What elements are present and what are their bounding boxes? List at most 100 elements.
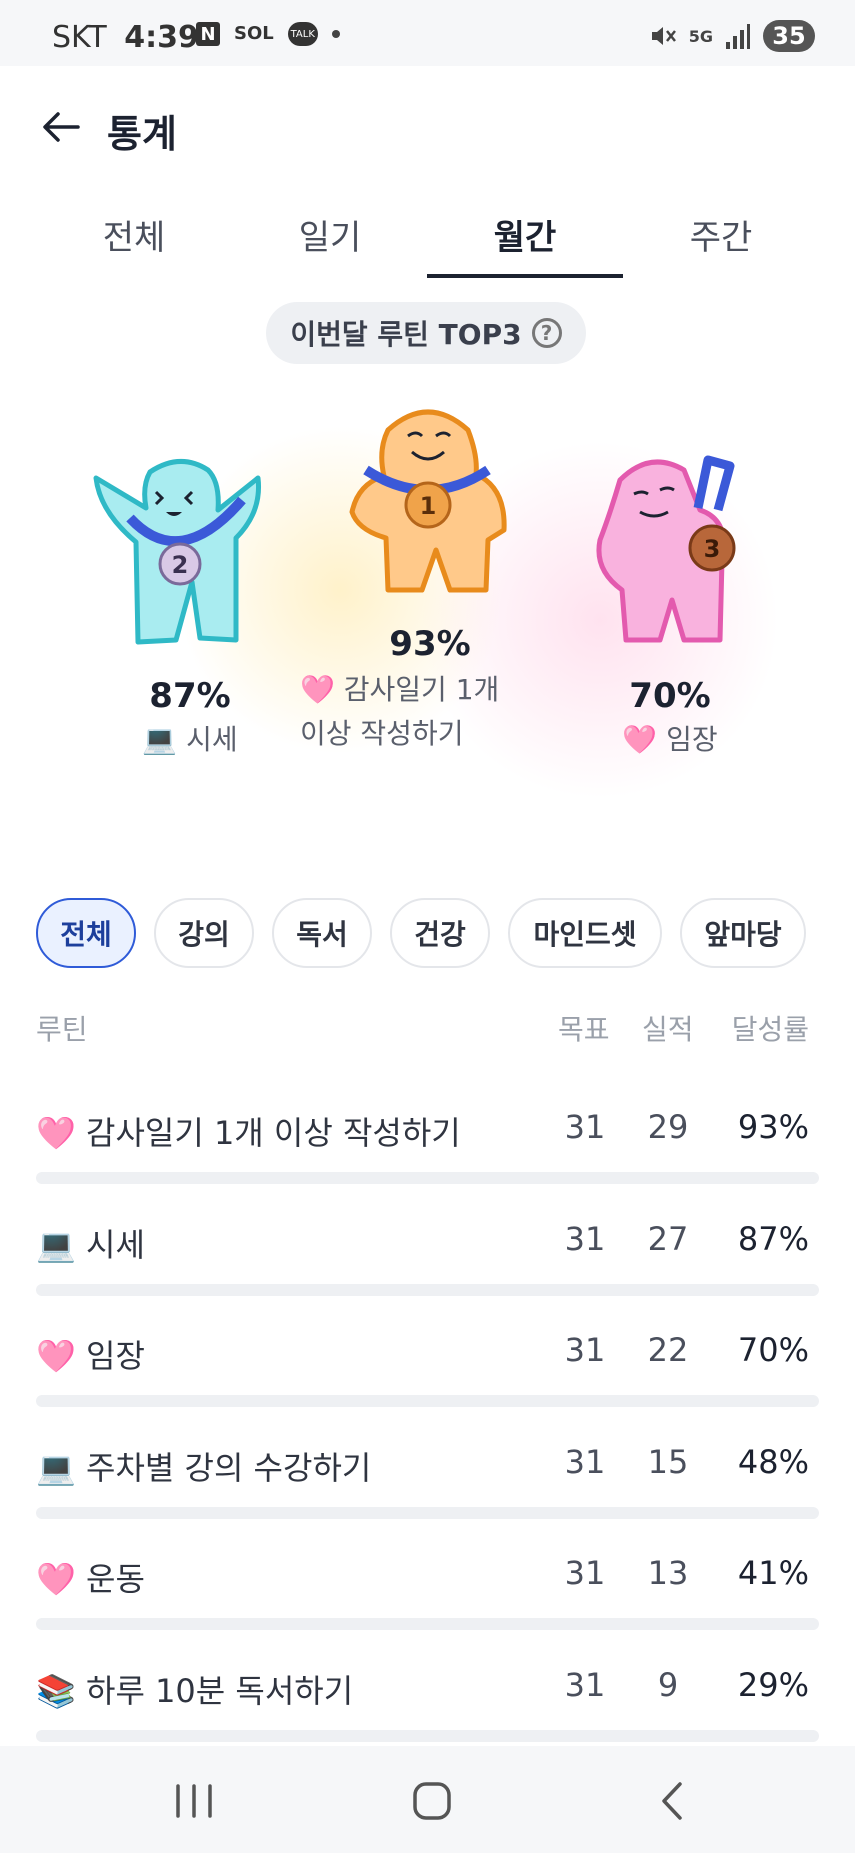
rank2-percent: 87% <box>149 676 231 716</box>
routine-done: 13 <box>647 1554 689 1592</box>
system-back-icon[interactable] <box>642 1776 702 1826</box>
sol-bank-icon: SOL <box>234 23 274 44</box>
network-label: 5G <box>688 26 713 46</box>
routine-label: 임장 <box>86 1337 145 1375</box>
routine-rate: 29% <box>737 1666 809 1704</box>
progress-track <box>36 1284 819 1296</box>
routine-label: 하루 10분 독서하기 <box>86 1672 354 1710</box>
routine-goal: 31 <box>564 1443 606 1481</box>
routine-label: 운동 <box>86 1560 145 1598</box>
routine-goal: 31 <box>564 1220 606 1258</box>
routine-rate: 93% <box>737 1108 809 1146</box>
status-right: 5G 35 <box>647 20 815 52</box>
rank3-name: 임장 <box>666 723 718 756</box>
routine-emoji: 🩷 <box>36 1560 76 1598</box>
table-row: 💻 주차별 강의 수강하기 31 15 48% <box>0 1429 855 1541</box>
signal-icon <box>726 24 750 49</box>
rank1-emoji: 🩷 <box>300 673 335 706</box>
routine-rate: 70% <box>737 1331 809 1369</box>
routine-done: 9 <box>657 1666 679 1704</box>
routine-rate: 87% <box>737 1220 809 1258</box>
rank2-character-icon: 2 <box>93 459 262 645</box>
rank1-percent: 93% <box>389 624 471 664</box>
category-filter-chips: 전체 강의 독서 건강 마인드셋 앞마당 <box>36 898 806 968</box>
help-icon[interactable]: ? <box>531 318 562 348</box>
routine-name: 🩷 운동 <box>36 1554 145 1600</box>
progress-track <box>36 1507 819 1519</box>
routine-done: 15 <box>647 1443 689 1481</box>
routine-done: 22 <box>647 1331 689 1369</box>
table-row: 💻 시세 31 27 87% <box>0 1206 855 1318</box>
svg-text:2: 2 <box>172 551 189 579</box>
app-header: 통계 <box>0 66 855 186</box>
top3-label-pill[interactable]: 이번달 루틴 TOP3 ? <box>266 302 586 364</box>
chip-mindset[interactable]: 마인드셋 <box>508 898 662 968</box>
top3-label: 이번달 루틴 TOP3 <box>290 318 522 351</box>
progress-track <box>36 1730 819 1742</box>
rank1-name: 감사일기 1개 <box>343 673 500 706</box>
table-row: 🩷 임장 31 22 70% <box>0 1317 855 1429</box>
kakaotalk-icon: TALK <box>287 22 318 46</box>
chip-lecture[interactable]: 강의 <box>154 898 254 968</box>
recent-apps-icon[interactable] <box>164 1776 224 1826</box>
period-tabs: 전체 일기 월간 주간 <box>0 186 855 278</box>
page-title: 통계 <box>107 112 177 156</box>
rank1-name-line2: 이상 작성하기 <box>300 717 464 750</box>
routine-emoji: 📚 <box>36 1672 76 1710</box>
routine-goal: 31 <box>564 1666 606 1704</box>
progress-track <box>36 1395 819 1407</box>
home-icon[interactable] <box>402 1776 462 1826</box>
routine-goal: 31 <box>564 1108 606 1146</box>
rank3-character-icon: 3 <box>596 455 736 643</box>
notification-icons: N SOL TALK <box>196 22 340 46</box>
tab-all[interactable]: 전체 <box>36 210 232 259</box>
chip-all[interactable]: 전체 <box>36 898 136 968</box>
header-rate: 달성률 <box>731 1013 809 1046</box>
tab-weekly[interactable]: 주간 <box>623 210 819 259</box>
svg-text:3: 3 <box>704 535 721 563</box>
routine-emoji: 🩷 <box>36 1114 76 1152</box>
table-row: 🩷 운동 31 13 41% <box>0 1540 855 1652</box>
routine-rate: 41% <box>737 1554 809 1592</box>
rank2-caption: 💻 시세 <box>110 718 270 762</box>
routine-name: 🩷 임장 <box>36 1331 145 1377</box>
active-tab-indicator <box>427 274 623 278</box>
routine-name: 💻 시세 <box>36 1220 145 1266</box>
status-left: SKT 4:39 <box>52 20 199 55</box>
battery-icon: 35 <box>763 20 815 52</box>
system-nav-bar <box>0 1746 855 1853</box>
svg-text:1: 1 <box>420 492 437 520</box>
rank3-percent: 70% <box>629 676 711 716</box>
dot-icon <box>331 30 340 38</box>
routine-table-header: 루틴 목표 실적 달성률 <box>0 1008 855 1048</box>
status-bar: SKT 4:39 N SOL TALK 5G 35 <box>0 0 855 66</box>
rank1-character-icon: 1 <box>349 409 507 593</box>
back-arrow-icon[interactable] <box>40 106 82 148</box>
table-row: 🩷 감사일기 1개 이상 작성하기 31 29 93% <box>0 1094 855 1206</box>
rank3-caption: 🩷 임장 <box>590 718 750 762</box>
routine-done: 27 <box>647 1220 689 1258</box>
naver-icon: N <box>196 22 220 46</box>
chip-health[interactable]: 건강 <box>390 898 490 968</box>
progress-track <box>36 1172 819 1184</box>
tab-diary[interactable]: 일기 <box>232 210 428 259</box>
tab-monthly[interactable]: 월간 <box>427 210 623 259</box>
routine-label: 시세 <box>86 1226 145 1264</box>
routine-done: 29 <box>647 1108 689 1146</box>
top3-podium: 2 87% 💻 시세 1 93% 🩷 감사일기 1개 이상 작성하기 3 70%… <box>60 380 800 820</box>
routine-label: 주차별 강의 수강하기 <box>86 1449 372 1487</box>
routine-emoji: 💻 <box>36 1226 76 1264</box>
routine-emoji: 🩷 <box>36 1337 76 1375</box>
carrier: SKT <box>52 20 107 55</box>
mute-icon <box>651 27 676 45</box>
chip-reading[interactable]: 독서 <box>272 898 372 968</box>
rank1-caption: 🩷 감사일기 1개 이상 작성하기 <box>300 668 540 756</box>
routine-rate: 48% <box>737 1443 809 1481</box>
routine-goal: 31 <box>564 1554 606 1592</box>
routine-label: 감사일기 1개 이상 작성하기 <box>86 1114 461 1152</box>
routine-name: 💻 주차별 강의 수강하기 <box>36 1443 371 1489</box>
routine-name: 📚 하루 10분 독서하기 <box>36 1666 353 1712</box>
rank3-emoji: 🩷 <box>622 723 658 756</box>
chip-front-yard[interactable]: 앞마당 <box>680 898 806 968</box>
routine-name: 🩷 감사일기 1개 이상 작성하기 <box>36 1108 461 1154</box>
